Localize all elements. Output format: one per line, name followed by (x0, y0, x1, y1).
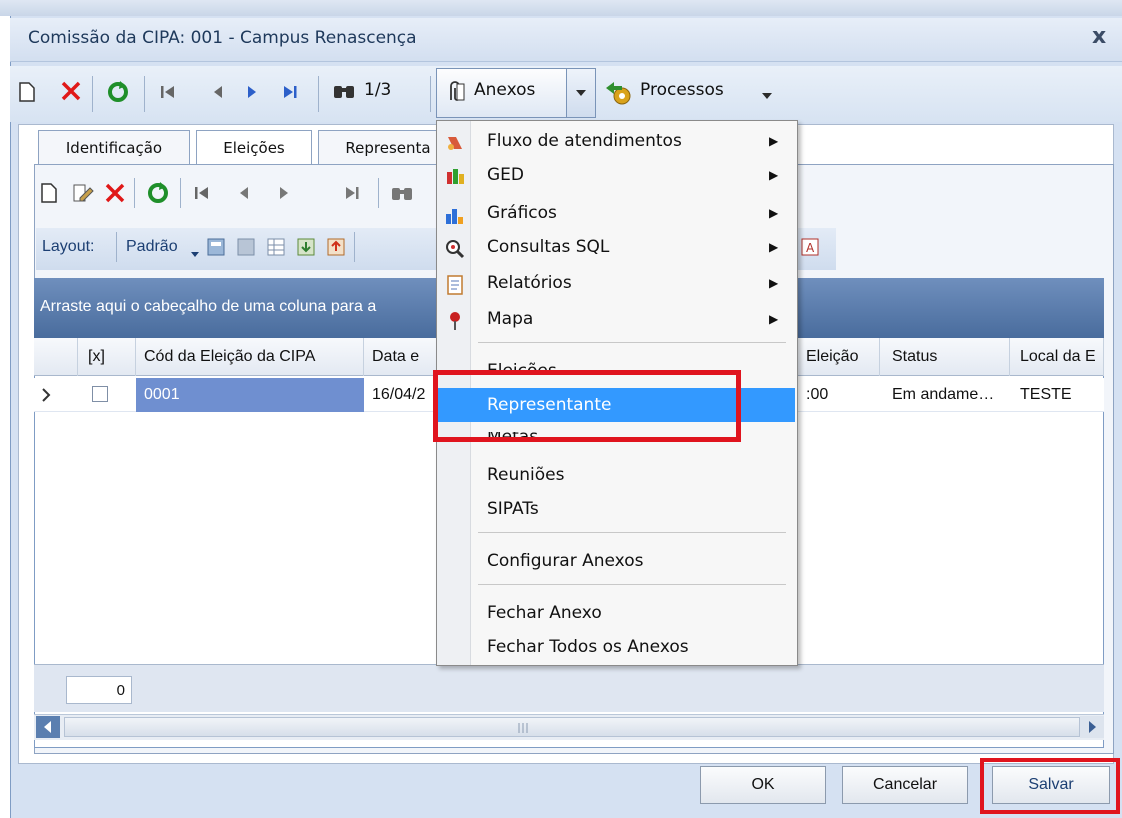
submenu-arrow-icon: ▶ (769, 168, 779, 182)
last-record-icon[interactable] (344, 185, 360, 206)
menu-item-eleicoes[interactable]: Eleições (437, 350, 795, 372)
new-record-icon[interactable] (18, 81, 38, 105)
report-icon (445, 273, 465, 295)
svg-text:A: A (806, 241, 815, 255)
search-binoculars-icon[interactable] (390, 184, 416, 209)
submenu-arrow-icon: ▶ (769, 134, 779, 148)
search-binoculars-icon[interactable] (332, 82, 358, 107)
map-pin-icon (445, 309, 465, 330)
record-counter: 1/3 (364, 80, 392, 100)
scroll-left-icon[interactable] (36, 716, 60, 738)
submenu-arrow-icon: ▶ (769, 312, 779, 326)
toolbar-separator (134, 178, 135, 208)
toolbar-separator (116, 232, 117, 262)
menu-item-mapa[interactable]: Mapa ▶ (437, 302, 795, 336)
toolbar-separator (92, 76, 93, 112)
cancel-button[interactable]: Cancelar (842, 766, 968, 804)
toolbar-separator (180, 178, 181, 208)
annotation-highlight-box (980, 758, 1120, 814)
column-header-data[interactable]: Data e (364, 338, 444, 376)
column-header-eleicao[interactable]: Eleição (798, 338, 880, 376)
chevron-down-icon[interactable] (190, 244, 200, 264)
menu-separator (478, 584, 786, 585)
menu-separator (478, 342, 786, 343)
ok-button[interactable]: OK (700, 766, 826, 804)
layout-load-icon[interactable] (236, 236, 258, 263)
menu-item-fluxo-atendimentos[interactable]: Fluxo de atendimentos ▶ (437, 124, 795, 158)
previous-record-icon[interactable] (238, 185, 250, 206)
tab-eleicoes[interactable]: Eleições (196, 130, 312, 164)
menu-item-configurar-anexos[interactable]: Configurar Anexos (437, 544, 795, 578)
delete-icon[interactable] (60, 80, 82, 107)
next-record-icon[interactable] (246, 84, 258, 105)
last-record-icon[interactable] (282, 84, 298, 105)
tab-identificacao[interactable]: Identificação (38, 130, 190, 164)
pdf-export-icon[interactable]: A (800, 236, 822, 263)
toolbar-separator (144, 76, 145, 112)
menu-item-consultas-sql[interactable]: Consultas SQL ▶ (437, 230, 795, 264)
chart-icon (445, 203, 465, 224)
export-icon[interactable] (296, 236, 318, 263)
scroll-right-icon[interactable] (1080, 716, 1104, 738)
grid-footer (34, 664, 1104, 712)
import-icon[interactable] (326, 236, 348, 263)
previous-record-icon[interactable] (212, 84, 224, 105)
refresh-icon[interactable] (146, 181, 170, 210)
paperclip-icon (444, 80, 466, 109)
annotation-highlight-box (433, 370, 741, 442)
grid-options-icon[interactable] (266, 236, 288, 263)
window-title: Comissão da CIPA: 001 - Campus Renascenç… (28, 28, 417, 48)
group-by-hint: Arraste aqui o cabeçalho de uma coluna p… (40, 298, 377, 315)
column-header-codigo[interactable]: Cód da Eleição da CIPA (136, 338, 364, 376)
submenu-arrow-icon: ▶ (769, 276, 779, 290)
cell-local[interactable]: TESTE (1012, 378, 1104, 412)
toolbar-separator (318, 76, 319, 112)
submenu-arrow-icon: ▶ (769, 240, 779, 254)
ged-icon (445, 165, 465, 185)
anexos-dropdown-arrow[interactable] (566, 69, 595, 117)
toolbar-separator (354, 232, 355, 262)
row-checkbox[interactable] (92, 386, 108, 402)
record-count-field: 0 (66, 676, 132, 704)
anexos-label: Anexos (474, 80, 536, 100)
column-header-local[interactable]: Local da E (1012, 338, 1104, 376)
layout-select[interactable]: Padrão (126, 238, 178, 256)
menu-item-fechar-anexo[interactable]: Fechar Anexo (437, 596, 795, 630)
menu-item-fechar-todos[interactable]: Fechar Todos os Anexos (437, 630, 795, 664)
submenu-arrow-icon: ▶ (769, 206, 779, 220)
cell-status[interactable]: Em andame… (884, 378, 1010, 412)
cell-eleicao[interactable]: :00 (798, 378, 880, 412)
processos-dropdown-arrow[interactable] (760, 86, 774, 106)
next-record-icon[interactable] (278, 185, 290, 206)
menu-item-ged[interactable]: GED ▶ (437, 158, 795, 192)
row-indicator-icon (40, 386, 52, 409)
first-record-icon[interactable] (194, 185, 210, 206)
scroll-thumb[interactable] (64, 717, 1080, 737)
toolbar-separator (430, 76, 431, 112)
menu-item-graficos[interactable]: Gráficos ▶ (437, 196, 795, 230)
new-record-icon[interactable] (40, 182, 58, 209)
column-header-select[interactable]: [x] (80, 338, 136, 376)
toolbar-separator (378, 178, 379, 208)
refresh-icon[interactable] (106, 80, 130, 109)
cell-data[interactable]: 16/04/2 (364, 378, 444, 412)
menu-separator (478, 532, 786, 533)
sql-query-icon (445, 237, 465, 259)
delete-icon[interactable] (104, 182, 126, 209)
flow-icon (445, 131, 465, 151)
close-icon[interactable]: x (1092, 24, 1106, 49)
menu-item-relatorios[interactable]: Relatórios ▶ (437, 266, 795, 300)
row-indicator-header (34, 338, 78, 376)
layout-label: Layout: (42, 238, 95, 255)
first-record-icon[interactable] (160, 84, 176, 105)
background-window-strip (0, 0, 1122, 16)
column-header-status[interactable]: Status (884, 338, 1010, 376)
menu-item-sipats[interactable]: SIPATs (437, 492, 795, 526)
layout-save-icon[interactable] (206, 236, 228, 263)
processos-gear-icon (604, 80, 634, 111)
processos-label[interactable]: Processos (640, 80, 724, 100)
edit-icon[interactable] (72, 182, 94, 209)
menu-item-reunioes[interactable]: Reuniões (437, 458, 795, 492)
cell-codigo[interactable]: 0001 (136, 378, 364, 412)
